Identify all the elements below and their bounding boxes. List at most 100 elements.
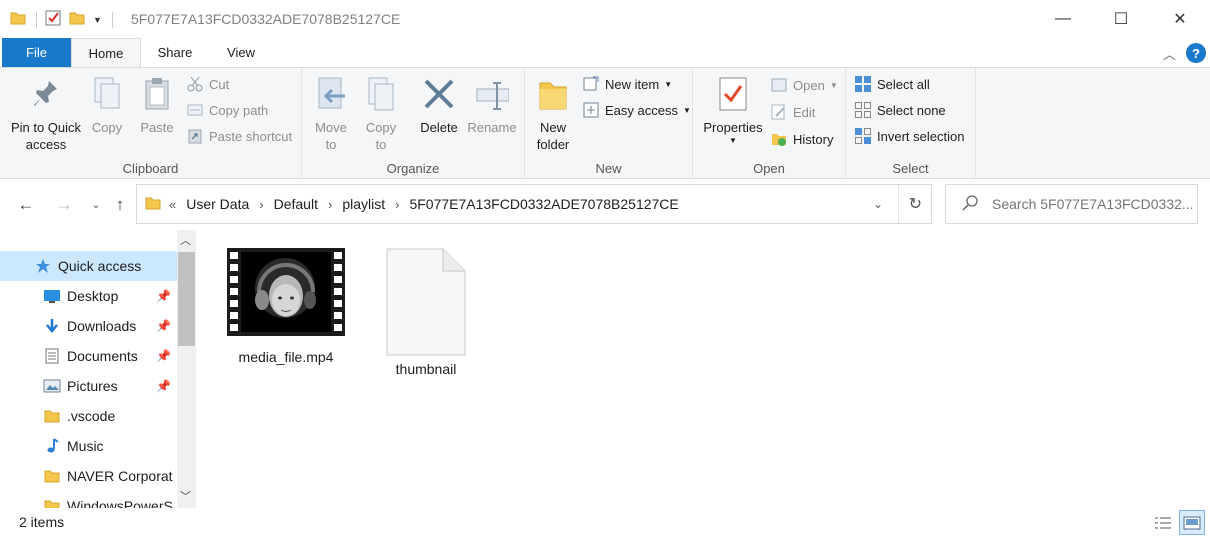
clipboard-group: Pin to Quick access Copy Paste Cut Copy … [0,68,302,179]
scrollbar-thumb[interactable] [178,252,195,346]
sidebar-item-vscode[interactable]: .vscode [0,401,176,431]
pin-to-quick-access-button[interactable]: Pin to Quick access [8,74,84,153]
file-item-media-file[interactable]: media_file.mp4 [226,248,346,365]
recent-locations-chevron-icon[interactable]: ⌄ [86,195,106,215]
select-none-label: Select none [877,102,946,118]
select-all-label: Select all [877,76,930,92]
edit-button[interactable]: Edit [771,104,815,120]
navigation-pane-scrollbar[interactable]: ︿ ﹀ [177,230,196,508]
history-button[interactable]: History [771,131,833,147]
sidebar-item-naver-corporation[interactable]: NAVER Corporat [0,461,176,491]
file-name: thumbnail [395,361,457,377]
sidebar-item-windowspowershell[interactable]: WindowsPowerS [0,491,176,508]
paste-button[interactable]: Paste [135,74,179,136]
breadcrumb-overflow-icon[interactable]: « [169,197,176,212]
new-folder-icon[interactable] [69,10,85,29]
sidebar-item-music[interactable]: Music [0,431,176,461]
new-item-icon [583,76,599,92]
search-box[interactable] [945,184,1198,224]
dropdown-arrow-icon: ▼ [664,79,673,89]
ribbon: Pin to Quick access Copy Paste Cut Copy … [0,67,1210,179]
easy-access-button[interactable]: Easy access ▼ [583,102,691,118]
address-history-chevron-icon[interactable]: ⌄ [873,197,883,211]
properties-checkbox-icon[interactable] [45,10,61,29]
up-arrow-icon[interactable]: ↑ [110,195,130,215]
details-view-icon[interactable] [1152,512,1174,534]
breadcrumb-current-folder[interactable]: 5F077E7A13FCD0332ADE7078B25127CE [409,196,678,212]
breadcrumb-default[interactable]: Default [274,196,318,212]
dropdown-arrow-icon: ▼ [729,136,737,145]
pin-icon[interactable]: 📌 [156,319,171,333]
invert-selection-button[interactable]: Invert selection [855,128,964,144]
sidebar-item-label: Pictures [67,378,118,394]
breadcrumb-separator-icon[interactable]: › [259,197,263,212]
breadcrumb-user-data[interactable]: User Data [186,196,249,212]
new-folder-button[interactable]: New folder [531,74,575,153]
copy-icon [90,74,124,114]
cut-button[interactable]: Cut [187,76,229,92]
new-group: New folder New item ▼ Easy access ▼ New [525,68,693,179]
sidebar-item-downloads[interactable]: Downloads 📌 [0,311,176,341]
back-arrow-icon[interactable]: ← [16,195,36,215]
scroll-up-icon[interactable]: ︿ [180,232,191,248]
search-input[interactable] [992,196,1197,212]
pin-icon[interactable]: 📌 [156,349,171,363]
help-icon[interactable]: ? [1186,43,1206,63]
copy-path-button[interactable]: Copy path [187,102,268,118]
folder-icon [536,74,570,114]
title-bar: ▼ 5F077E7A13FCD0332ADE7078B25127CE — ☐ ✕ [0,0,1210,38]
delete-button[interactable]: Delete [416,74,462,136]
download-icon [43,317,61,335]
folder-icon [145,195,161,214]
customize-toolbar-chevron-icon[interactable]: ▼ [93,15,102,25]
properties-label: Properties [703,120,763,135]
new-group-label: New [595,161,622,176]
select-all-button[interactable]: Select all [855,76,930,92]
sidebar-item-label: Documents [67,348,138,364]
star-icon [34,257,52,275]
select-none-button[interactable]: Select none [855,102,946,118]
minimize-button[interactable]: — [1040,0,1086,38]
collapse-ribbon-icon[interactable]: ︿ [1163,44,1176,63]
refresh-icon[interactable]: ↻ [909,194,922,214]
sidebar-item-documents[interactable]: Documents 📌 [0,341,176,371]
breadcrumb-playlist[interactable]: playlist [342,196,385,212]
move-to-icon [314,74,348,114]
scroll-down-icon[interactable]: ﹀ [180,488,191,504]
sidebar-item-quick-access[interactable]: Quick access [0,251,177,281]
breadcrumb-separator-icon[interactable]: › [395,197,399,212]
pin-icon[interactable]: 📌 [156,379,171,393]
tab-home[interactable]: Home [71,38,141,67]
sidebar-item-pictures[interactable]: Pictures 📌 [0,371,176,401]
paste-shortcut-button[interactable]: Paste shortcut [187,128,292,144]
maximize-button[interactable]: ☐ [1098,0,1144,38]
file-item-thumbnail[interactable]: thumbnail [366,248,486,377]
tab-share[interactable]: Share [142,38,208,67]
cut-label: Cut [209,76,230,92]
sidebar-item-label: Quick access [58,258,142,274]
clipboard-group-label: Clipboard [122,161,179,176]
tab-file[interactable]: File [2,38,71,67]
breadcrumb-separator-icon[interactable]: › [328,197,332,212]
copy-to-button[interactable]: Copy to [360,74,402,153]
new-item-button[interactable]: New item ▼ [583,76,672,92]
properties-button[interactable]: Properties ▼ [701,74,765,146]
close-button[interactable]: ✕ [1157,0,1203,38]
forward-arrow-icon[interactable]: → [54,195,74,215]
blank-file-icon [386,248,466,359]
move-to-button[interactable]: Move to [310,74,352,153]
navigation-pane: Quick access Desktop 📌 Downloads 📌 Docum… [0,230,196,508]
delete-x-icon [422,74,456,114]
tab-view[interactable]: View [208,38,274,67]
history-label: History [793,131,834,147]
pin-icon[interactable]: 📌 [156,289,171,303]
copy-button[interactable]: Copy [85,74,129,136]
file-name: media_file.mp4 [238,349,334,365]
rename-button[interactable]: Rename [466,74,518,136]
open-group: Properties ▼ Open ▼ Edit History Open [693,68,846,179]
edit-icon [771,104,787,120]
sidebar-item-desktop[interactable]: Desktop 📌 [0,281,176,311]
address-bar[interactable]: « User Data › Default › playlist › 5F077… [136,184,932,224]
open-button[interactable]: Open ▼ [771,77,838,93]
large-icons-view-icon[interactable] [1179,510,1205,535]
